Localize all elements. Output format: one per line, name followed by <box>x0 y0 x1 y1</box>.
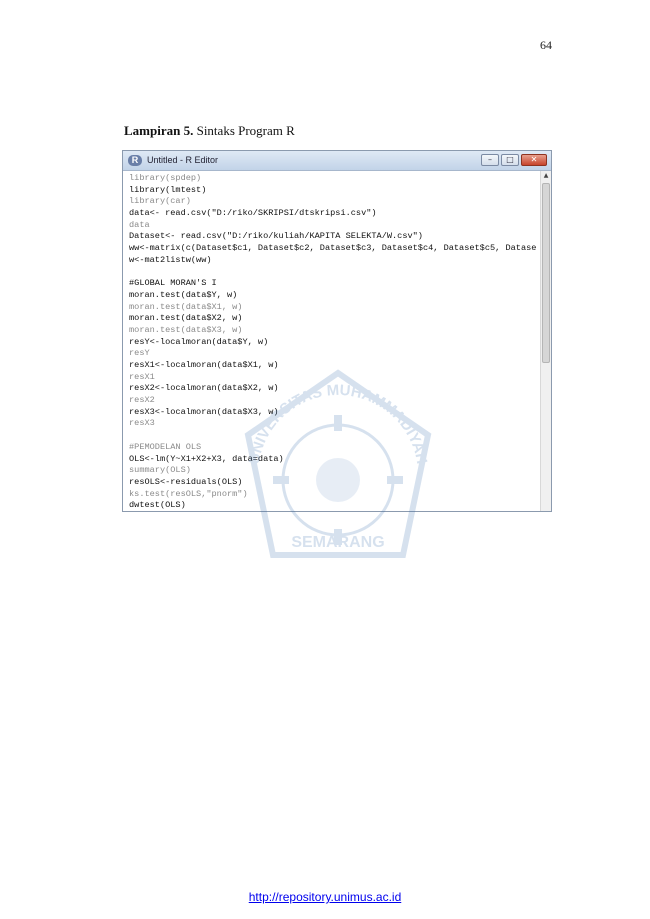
maximize-button[interactable]: □ <box>501 154 519 166</box>
code-line: resX2 <box>129 395 155 406</box>
close-button[interactable]: ✕ <box>521 154 547 166</box>
code-line: resY<-localmoran(data$Y, w) <box>129 336 269 347</box>
vertical-scrollbar[interactable]: ▲ <box>540 171 551 511</box>
figure-caption: Lampiran 5. Sintaks Program R <box>124 123 295 139</box>
scrollbar-thumb[interactable] <box>542 183 550 363</box>
code-line: resX1<-localmoran(data$X1, w) <box>129 360 279 370</box>
code-line: #PEMODELAN OLS <box>129 441 202 452</box>
window-titlebar[interactable]: R Untitled - R Editor – □ ✕ <box>123 151 551 171</box>
r-editor-window[interactable]: R Untitled - R Editor – □ ✕ library(spde… <box>122 150 552 512</box>
code-line: data <box>129 219 150 230</box>
code-line: w<-mat2listw(ww) <box>129 254 212 265</box>
window-controls: – □ ✕ <box>481 154 547 166</box>
r-logo-icon: R <box>128 155 142 166</box>
minimize-button[interactable]: – <box>481 154 499 166</box>
code-line: ks.test(resOLS,"pnorm") <box>129 488 248 499</box>
code-line: library(lmtest) <box>129 184 207 195</box>
code-line: resOLS<-residuals(OLS) <box>129 476 243 487</box>
caption-label: Lampiran 5. <box>124 123 194 138</box>
code-line: dwtest(OLS) <box>129 500 186 511</box>
code-line: resX2<-localmoran(data$X2, w) <box>129 383 279 394</box>
code-line: moran.test(data$X2, w) <box>129 313 243 324</box>
code-line: data<- read.csv("D:/riko/SKRIPSI/dtskrip… <box>129 208 377 219</box>
code-line: #GLOBAL MORAN'S I <box>129 278 217 289</box>
seal-bottom-text: SEMARANG <box>291 534 384 551</box>
code-line: summary(OLS) <box>129 465 191 476</box>
code-line: moran.test(data$Y, w) <box>129 289 238 300</box>
code-line: resX3<-localmoran(data$X3, w) <box>129 406 279 417</box>
repository-link[interactable]: http://repository.unimus.ac.id <box>0 890 650 904</box>
code-line: library(car) <box>129 196 191 207</box>
caption-text: Sintaks Program R <box>193 123 295 138</box>
code-line: moran.test(data$X1, w) <box>129 301 243 312</box>
code-editor[interactable]: library(spdep) library(lmtest) library(car… <box>129 173 543 511</box>
window-title: Untitled - R Editor <box>147 155 219 165</box>
page-number: 64 <box>540 38 552 52</box>
code-line: ww<-matrix(c(Dataset$c1, Dataset$c2, Dat… <box>129 243 537 254</box>
code-line: Dataset<- read.csv("D:/riko/kuliah/KAPIT… <box>129 231 423 242</box>
code-line: resX3 <box>129 418 155 429</box>
code-line: resY <box>129 348 150 359</box>
scroll-up-arrow-icon[interactable]: ▲ <box>541 171 551 181</box>
code-line: OLS<-lm(Y~X1+X2+X3, data=data) <box>129 453 284 464</box>
code-line: moran.test(data$X3, w) <box>129 324 243 335</box>
code-line: resX1 <box>129 371 155 382</box>
code-line: library(spdep) <box>129 173 202 183</box>
